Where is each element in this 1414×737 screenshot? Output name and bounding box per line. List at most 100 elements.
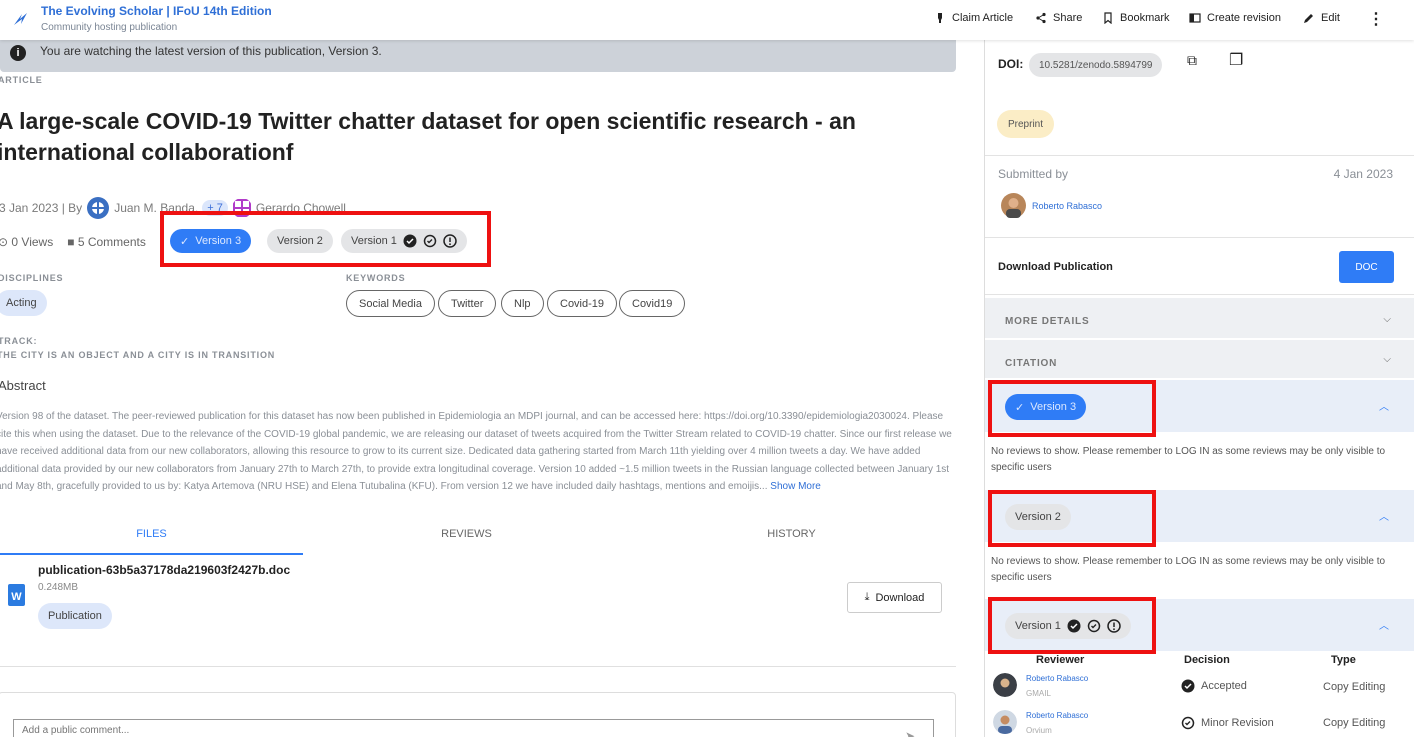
eye-icon: ⊙	[0, 235, 9, 249]
article-stats: ⊙ 0 Views ■ 5 Comments	[0, 235, 146, 249]
disciplines-label: DISCIPLINES	[0, 273, 64, 283]
review-decision: Minor Revision	[1181, 716, 1274, 730]
more-options-icon[interactable]: ⋮	[1368, 9, 1384, 29]
author-avatar	[87, 197, 110, 219]
download-icon: ⤓	[864, 591, 870, 603]
submitted-by-label: Submitted by	[998, 167, 1069, 181]
chevron-up-icon[interactable]: ︿	[1379, 617, 1389, 632]
keyword-chip[interactable]: Covid19	[619, 290, 686, 317]
version-2-highlight	[988, 490, 1156, 547]
bookmark-label: Bookmark	[1120, 12, 1170, 24]
publication-logo-icon[interactable]	[12, 10, 30, 28]
keyword-chip[interactable]: Covid-19	[547, 290, 618, 317]
claim-article-label: Claim Article	[952, 12, 1014, 24]
version-1-highlight	[988, 597, 1156, 654]
views-label: 0 Views	[11, 235, 54, 249]
edit-button[interactable]: Edit	[1303, 12, 1340, 24]
info-icon: i	[10, 45, 26, 61]
chevron-down-icon: ⌵	[1383, 314, 1391, 325]
revision-cycle-icon	[1181, 716, 1195, 730]
reviewer-header: Reviewer	[1036, 654, 1085, 666]
reviewer-avatar	[993, 673, 1017, 697]
verified-badge-icon	[403, 234, 417, 248]
no-reviews-text: No reviews to show. Please remember to L…	[991, 556, 1386, 583]
version-3-label: Version 3	[195, 235, 242, 247]
version-2-chip[interactable]: Version 2	[267, 229, 333, 253]
version-1-label: Version 1	[351, 235, 397, 247]
status-badge: Preprint	[997, 110, 1055, 138]
track-value: THE CITY IS AN OBJECT AND A CITY IS IN T…	[0, 350, 276, 360]
reviewer-source: GMAIL	[1026, 689, 1051, 698]
submitter-avatar	[1001, 193, 1026, 218]
download-label: Download	[875, 591, 925, 604]
active-tab-underline	[0, 553, 303, 555]
share-icon	[1036, 12, 1046, 24]
keywords-label: KEYWORDS	[346, 273, 406, 283]
review-type: Copy Editing	[1323, 717, 1386, 729]
more-details-accordion[interactable]: MORE DETAILS ⌵	[985, 298, 1414, 338]
abstract-body: Version 98 of the dataset. The peer-revi…	[0, 411, 952, 492]
word-document-icon: W	[8, 584, 25, 606]
share-button[interactable]: Share	[1035, 12, 1082, 24]
comments-label: 5 Comments	[77, 235, 146, 249]
keyword-chip[interactable]: Social Media	[346, 290, 435, 317]
citation-accordion[interactable]: CITATION ⌵	[985, 340, 1414, 378]
send-icon[interactable]: ➤	[905, 729, 921, 737]
bookmark-icon	[1104, 12, 1112, 24]
divider	[0, 666, 956, 667]
submitter-name[interactable]: Roberto Rabasco	[1032, 201, 1102, 211]
version-3-chip[interactable]: ✓ Version 3	[170, 229, 252, 253]
track-label: TRACK:	[0, 336, 38, 346]
file-name[interactable]: publication-63b5a37178da219603f2427b.doc	[38, 563, 290, 577]
chevron-up-icon[interactable]: ︿	[1379, 508, 1389, 523]
claim-article-button[interactable]: Claim Article	[934, 12, 1013, 24]
submitted-date: 4 Jan 2023	[1333, 167, 1393, 181]
download-file-button[interactable]: ⤓ Download	[847, 582, 942, 613]
sidebar: DOI: 10.5281/zenodo.5894799 ⧉ ❐ Preprint…	[984, 40, 1414, 737]
comment-input[interactable]	[13, 719, 934, 737]
download-publication-label: Download Publication	[998, 261, 1113, 273]
more-details-label: MORE DETAILS	[1005, 316, 1090, 327]
article-title: A large-scale COVID-19 Twitter chatter d…	[0, 108, 856, 165]
share-label: Share	[1053, 12, 1083, 24]
file-size: 0.248MB	[38, 582, 79, 593]
version-1-chip[interactable]: Version 1	[341, 229, 467, 253]
verified-badge-icon	[1181, 679, 1195, 693]
no-reviews-text: No reviews to show. Please remember to L…	[991, 446, 1386, 473]
tab-history[interactable]: HISTORY	[640, 528, 943, 540]
publication-name[interactable]: The Evolving Scholar | IFoU 14th Edition	[41, 4, 272, 18]
chevron-up-icon[interactable]: ︿	[1379, 398, 1389, 413]
alert-icon	[443, 234, 457, 248]
decision-label: Minor Revision	[1201, 717, 1274, 729]
decision-label: Accepted	[1201, 680, 1247, 692]
edit-label: Edit	[1321, 12, 1340, 24]
reviewer-name[interactable]: Roberto Rabasco	[1026, 674, 1088, 683]
doc-download-button[interactable]: DOC	[1339, 251, 1394, 283]
content-tabs: FILES REVIEWS HISTORY	[0, 522, 956, 556]
doi-section	[985, 40, 1414, 156]
version-2-label: Version 2	[277, 235, 323, 247]
keyword-chip[interactable]: Nlp	[501, 290, 544, 317]
views-count: ⊙ 0 Views	[0, 235, 53, 249]
review-decision: Accepted	[1181, 679, 1247, 693]
create-revision-button[interactable]: Create revision	[1189, 12, 1281, 24]
check-icon: ✓	[180, 235, 190, 248]
tab-reviews[interactable]: REVIEWS	[315, 528, 618, 540]
reviewer-name[interactable]: Roberto Rabasco	[1026, 711, 1088, 720]
create-revision-label: Create revision	[1207, 12, 1281, 24]
type-header: Type	[1331, 654, 1356, 666]
review-type: Copy Editing	[1323, 681, 1386, 693]
chevron-down-icon: ⌵	[1383, 354, 1391, 365]
claim-icon	[938, 13, 942, 23]
revision-cycle-icon	[423, 234, 437, 248]
comments-count[interactable]: ■ 5 Comments	[67, 235, 146, 249]
version-3-highlight	[988, 380, 1156, 437]
date-by: 3 Jan 2023 | By	[0, 201, 83, 215]
bookmark-button[interactable]: Bookmark	[1102, 12, 1170, 24]
discipline-chip[interactable]: Acting	[0, 290, 47, 316]
keyword-chip[interactable]: Twitter	[438, 290, 497, 317]
decision-header: Decision	[1184, 654, 1230, 666]
tab-files[interactable]: FILES	[0, 528, 303, 540]
show-more-link[interactable]: Show More	[770, 481, 821, 492]
top-bar: The Evolving Scholar | IFoU 14th Edition…	[0, 0, 1414, 40]
